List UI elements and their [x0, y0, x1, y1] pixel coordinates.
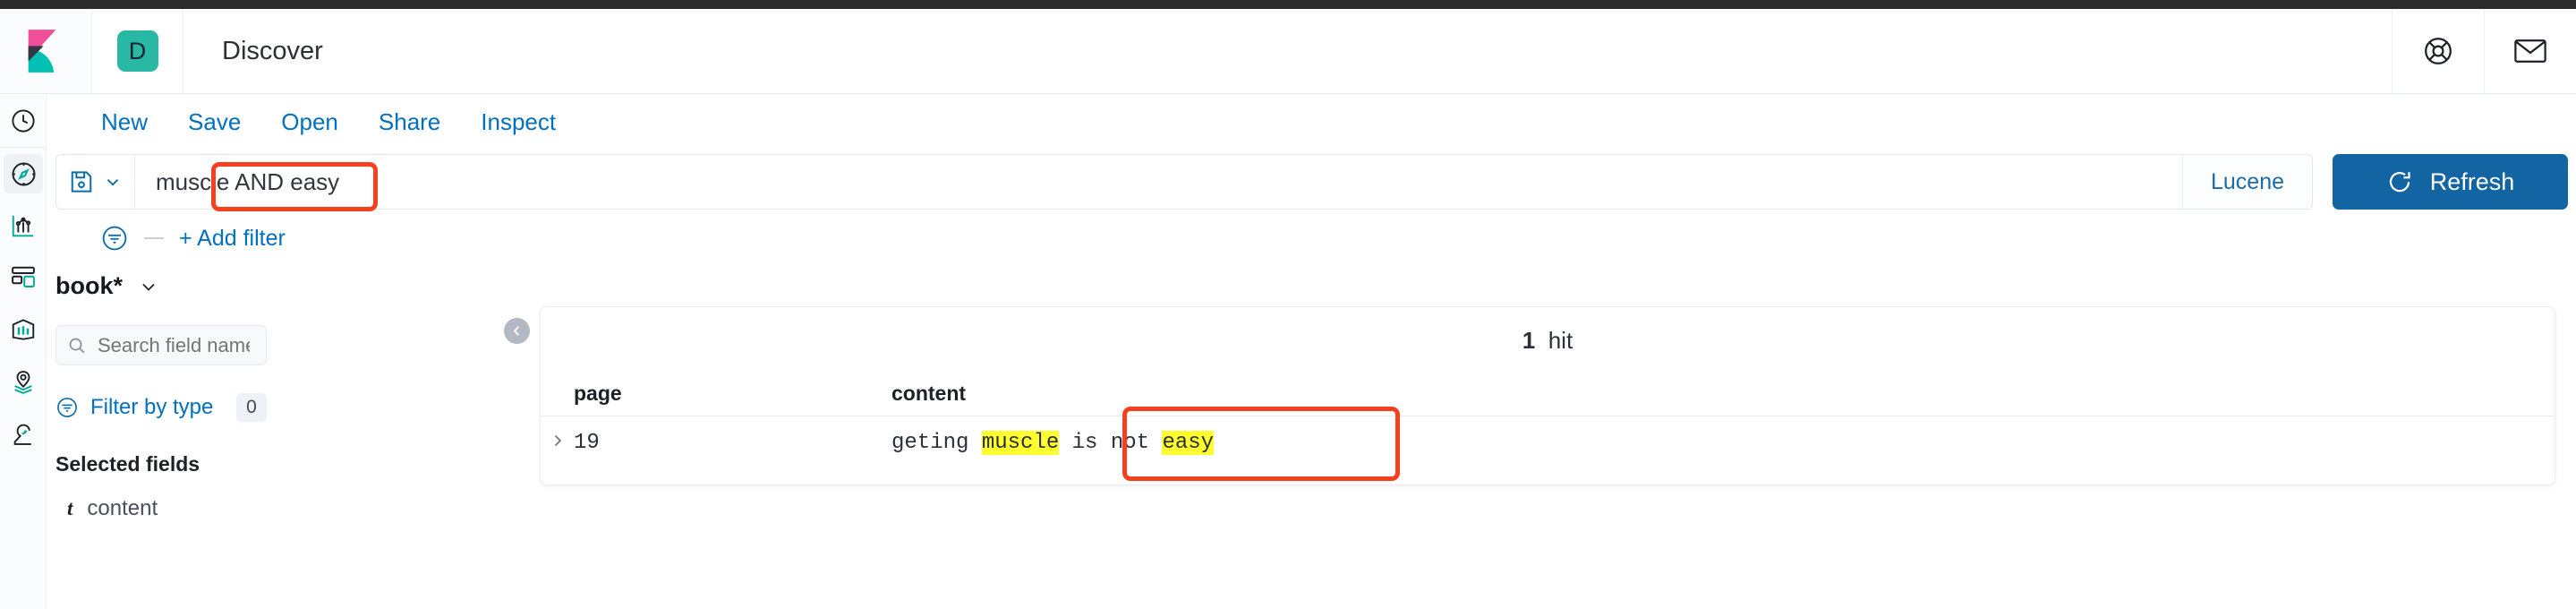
documents-table: page content 19 geting muscle is not eas… — [541, 372, 2555, 468]
primary-nav-rail — [0, 95, 47, 609]
sidebar-item-maps[interactable] — [0, 356, 47, 407]
canvas-icon — [12, 319, 35, 340]
sidebar-item-canvas[interactable] — [0, 304, 47, 356]
cell-content: geting muscle is not easy — [891, 430, 2555, 455]
chevron-left-icon — [513, 326, 519, 336]
dashboard-icon — [12, 266, 35, 287]
sidebar-item-discover[interactable] — [0, 148, 47, 200]
content-part-highlight: muscle — [981, 430, 1060, 455]
help-button[interactable] — [2392, 9, 2484, 93]
sidebar-item-recently-viewed[interactable] — [0, 95, 47, 147]
field-sidebar: book* Filter by type 0 Selected fields t… — [47, 265, 293, 609]
filter-by-type-label: Filter by type — [90, 395, 214, 419]
nav-new[interactable]: New — [101, 108, 148, 136]
search-icon — [69, 338, 85, 353]
list-item[interactable]: t content — [55, 496, 293, 521]
index-pattern-selector[interactable]: book* — [55, 265, 293, 307]
app-header: D Discover — [0, 9, 2576, 94]
column-header-page[interactable]: page — [574, 382, 891, 406]
filter-by-type-row[interactable]: Filter by type 0 — [55, 390, 267, 425]
kibana-logo-icon — [28, 30, 56, 73]
sidebar-item-dashboard[interactable] — [0, 252, 47, 304]
sidebar-item-visualize[interactable] — [0, 200, 47, 252]
field-type-string-icon: t — [67, 497, 73, 519]
clock-icon — [12, 109, 35, 133]
cell-page: 19 — [574, 430, 600, 455]
page-title: Discover — [222, 36, 323, 65]
discover-results-panel: 1 hit page content 19 geting muscle is n… — [540, 306, 2555, 485]
filter-icon — [57, 398, 77, 417]
hit-number: 1 — [1522, 327, 1536, 354]
add-filter-button[interactable]: + Add filter — [179, 226, 286, 252]
app-badge: D — [116, 30, 158, 72]
chevron-down-icon — [142, 283, 155, 291]
kibana-logo-button[interactable] — [0, 9, 92, 93]
mail-icon — [2514, 39, 2546, 63]
filter-bar: + Add filter — [47, 215, 2576, 262]
line-chart-icon — [12, 215, 34, 237]
search-input[interactable]: muscle AND easy — [135, 155, 2182, 209]
nav-inspect[interactable]: Inspect — [481, 108, 556, 136]
search-field-names-input[interactable] — [98, 333, 250, 357]
table-header-row: page content — [541, 372, 2555, 416]
nav-save[interactable]: Save — [188, 108, 241, 136]
refresh-label: Refresh — [2429, 167, 2515, 195]
map-pin-layers-icon — [14, 371, 32, 394]
top-dark-strip — [0, 0, 2576, 9]
filter-divider — [144, 237, 164, 239]
compass-icon — [12, 162, 35, 185]
ml-head-icon — [13, 424, 31, 445]
refresh-button[interactable]: Refresh — [2333, 154, 2568, 210]
query-bar-shell: muscle AND easy Lucene — [55, 154, 2313, 210]
saved-query-button[interactable] — [56, 155, 135, 209]
filter-by-type-count-badge: 0 — [236, 393, 267, 422]
sidebar-collapse-button[interactable] — [504, 318, 530, 344]
save-floppy-icon — [71, 171, 92, 193]
query-bar: muscle AND easy Lucene Refresh — [47, 149, 2576, 215]
nav-share[interactable]: Share — [379, 108, 440, 136]
field-name-label: content — [87, 496, 158, 520]
refresh-icon — [2389, 172, 2410, 193]
chevron-right-icon — [554, 434, 561, 446]
content-part-plain: geting — [891, 430, 982, 455]
nav-open[interactable]: Open — [281, 108, 338, 136]
hit-count: 1 hit — [541, 327, 2555, 355]
help-icon — [2425, 38, 2452, 64]
mail-button[interactable] — [2484, 9, 2576, 93]
content-part-plain: is not — [1059, 430, 1163, 455]
index-pattern-name: book* — [55, 272, 124, 299]
top-nav-menu: New Save Open Share Inspect — [47, 95, 2576, 149]
query-language-switcher[interactable]: Lucene — [2182, 155, 2312, 209]
column-header-content[interactable]: content — [891, 382, 2555, 406]
content-part-highlight: easy — [1162, 430, 1215, 455]
field-search-box[interactable] — [55, 325, 267, 365]
app-badge-cell[interactable]: D — [92, 9, 183, 93]
selected-fields-heading: Selected fields — [55, 452, 200, 476]
sidebar-item-machine-learning[interactable] — [0, 407, 47, 459]
filter-icon[interactable] — [100, 224, 129, 253]
expand-row-button[interactable] — [541, 432, 574, 454]
chevron-down-icon — [107, 179, 119, 186]
table-row[interactable]: 19 geting muscle is not easy — [541, 416, 2555, 468]
hit-label: hit — [1548, 327, 1574, 354]
